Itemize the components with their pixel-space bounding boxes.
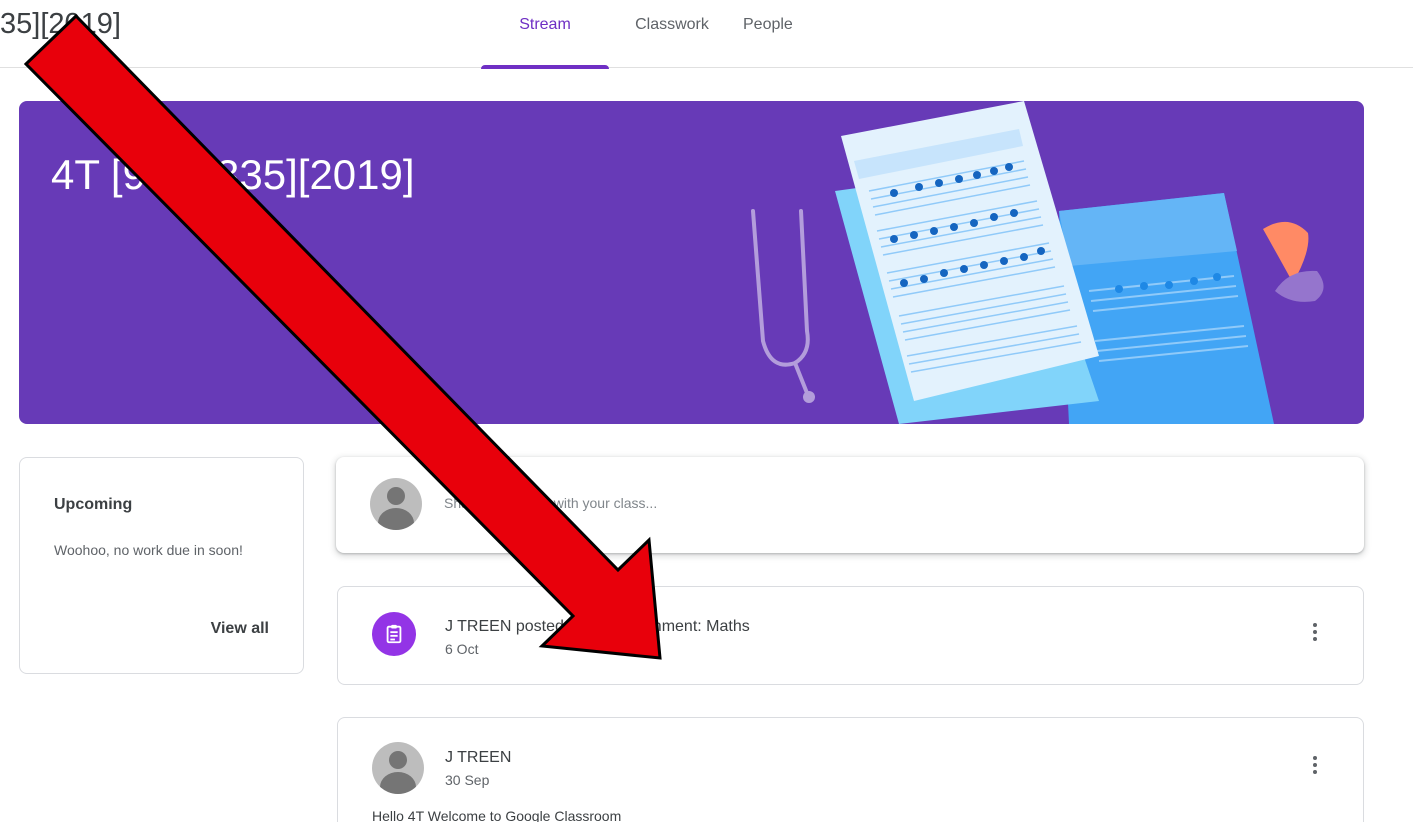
tab-people[interactable]: People <box>743 0 843 68</box>
share-box[interactable]: Share something with your class... <box>336 457 1364 553</box>
banner-title: 4T [9362335][2019] <box>51 151 415 198</box>
class-banner: 4T [9362335][2019] <box>19 101 1364 424</box>
top-bar: 35][2019] Stream Classwork People <box>0 0 1413 69</box>
post-date: 6 Oct <box>445 641 479 657</box>
upcoming-title: Upcoming <box>54 496 133 513</box>
nav-tabs: Stream Classwork People <box>481 0 843 69</box>
upcoming-message: Woohoo, no work due in soon! <box>54 542 243 558</box>
user-avatar <box>370 478 422 530</box>
assignment-post[interactable]: J TREEN posted a new assignment: Maths 6… <box>337 586 1364 685</box>
music-illustration <box>751 101 1324 424</box>
tab-classwork[interactable]: Classwork <box>609 0 735 68</box>
post-date: 30 Sep <box>445 772 490 788</box>
share-input[interactable]: Share something with your class... <box>444 495 657 511</box>
post-author: J TREEN <box>445 749 512 766</box>
announcement-post: J TREEN 30 Sep Hello 4T Welcome to Googl… <box>337 717 1364 822</box>
post-title[interactable]: J TREEN posted a new assignment: Maths <box>445 618 750 636</box>
classroom-page: 35][2019] Stream Classwork People 4T [93… <box>0 0 1413 822</box>
author-avatar <box>372 742 424 794</box>
view-all-link[interactable]: View all <box>211 620 269 638</box>
assignment-icon <box>372 612 416 656</box>
more-options-icon[interactable] <box>1311 753 1319 781</box>
clipboard-icon <box>386 624 402 644</box>
post-body: Hello 4T Welcome to Google Classroom <box>372 808 622 822</box>
class-title-partial: 35][2019] <box>0 8 121 40</box>
tab-stream[interactable]: Stream <box>481 0 609 69</box>
upcoming-card: Upcoming Woohoo, no work due in soon! Vi… <box>19 457 304 674</box>
more-options-icon[interactable] <box>1311 620 1319 648</box>
